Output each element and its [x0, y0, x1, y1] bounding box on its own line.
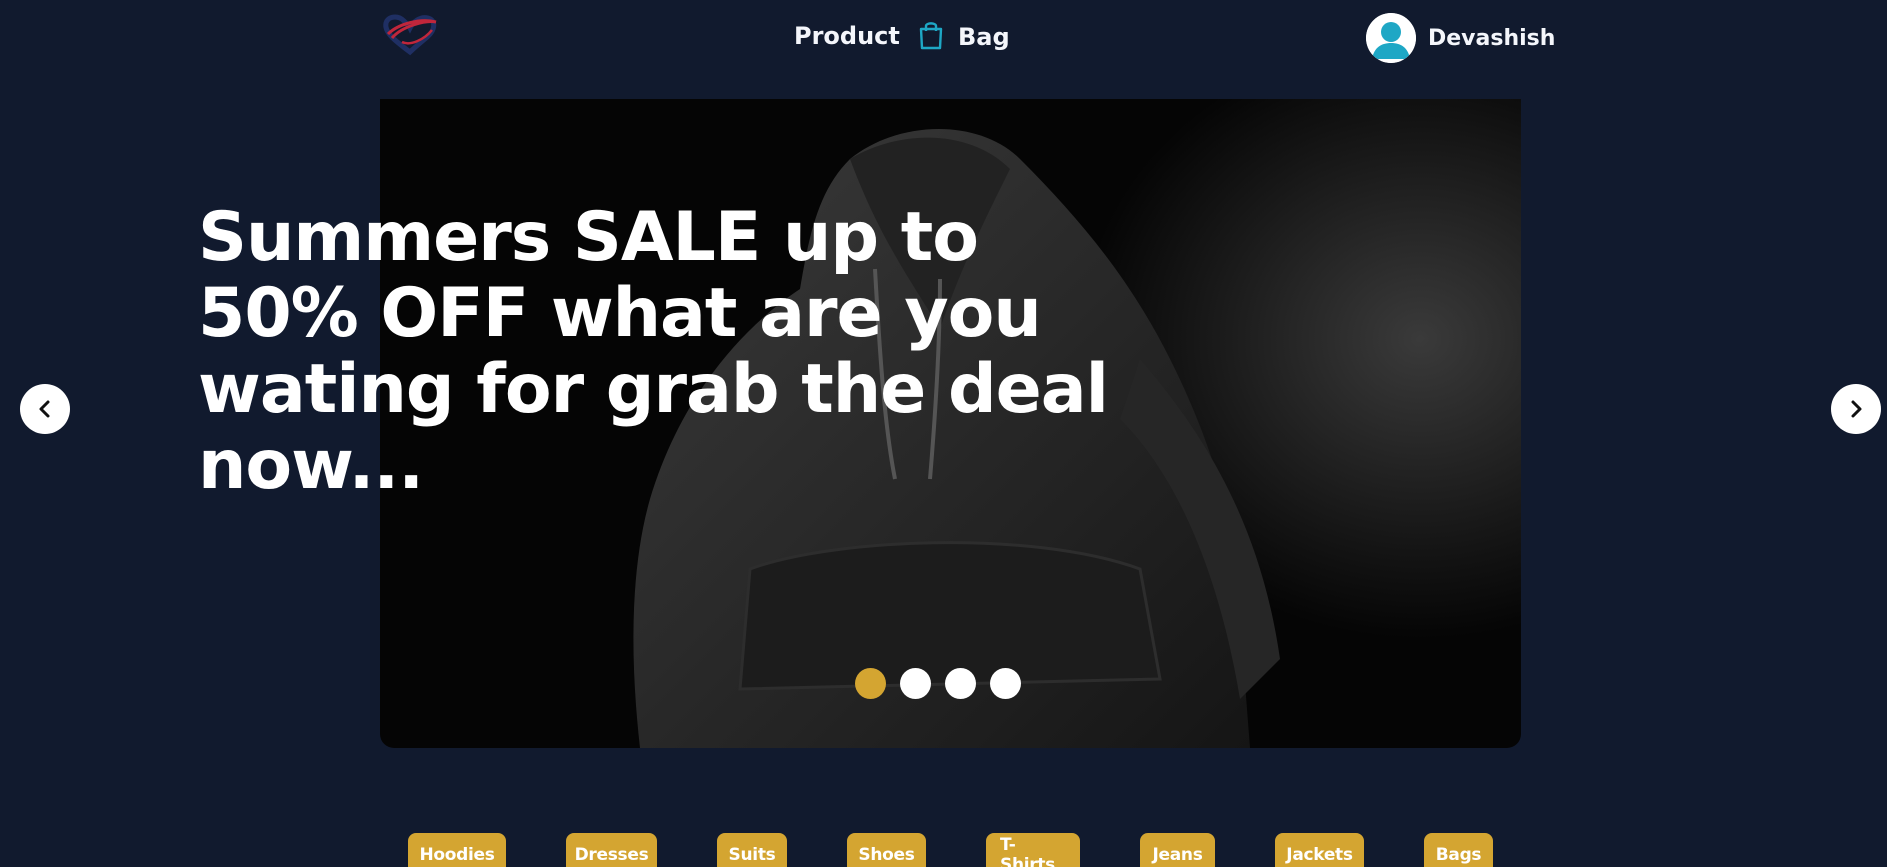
category-bags[interactable]: Bags: [1424, 833, 1493, 867]
carousel-prev-button[interactable]: [20, 384, 70, 434]
carousel-dot-4[interactable]: [990, 668, 1021, 699]
chevron-left-icon: [39, 400, 50, 418]
heart-logo-icon[interactable]: [380, 12, 440, 56]
hero-headline: Summers SALE up to 50% OFF what are you …: [198, 198, 1109, 505]
category-t-shirts[interactable]: T-Shirts: [986, 833, 1080, 867]
category-jeans[interactable]: Jeans: [1140, 833, 1215, 867]
page: Product Bag Devashish Summers SALE up to…: [0, 0, 1887, 867]
carousel-dot-1[interactable]: [855, 668, 886, 699]
carousel-dots: [855, 668, 1021, 699]
category-suits[interactable]: Suits: [717, 833, 787, 867]
category-bar: Hoodies Dresses Suits Shoes T-Shirts Jea…: [0, 833, 1887, 867]
carousel-dot-3[interactable]: [945, 668, 976, 699]
category-dresses[interactable]: Dresses: [566, 833, 657, 867]
avatar: [1366, 13, 1416, 63]
category-hoodies[interactable]: Hoodies: [408, 833, 506, 867]
category-shoes[interactable]: Shoes: [847, 833, 926, 867]
nav-product-link[interactable]: Product: [794, 22, 900, 50]
nav-bag-link[interactable]: Bag: [918, 20, 1010, 54]
chevron-right-icon: [1851, 400, 1862, 418]
carousel-next-button[interactable]: [1831, 384, 1881, 434]
user-menu[interactable]: Devashish: [1366, 13, 1555, 63]
bag-label: Bag: [958, 23, 1010, 51]
category-jackets[interactable]: Jackets: [1275, 833, 1364, 867]
user-avatar-icon: [1366, 13, 1416, 63]
carousel-dot-2[interactable]: [900, 668, 931, 699]
user-name: Devashish: [1428, 25, 1556, 51]
shopping-bag-icon: [918, 20, 944, 54]
